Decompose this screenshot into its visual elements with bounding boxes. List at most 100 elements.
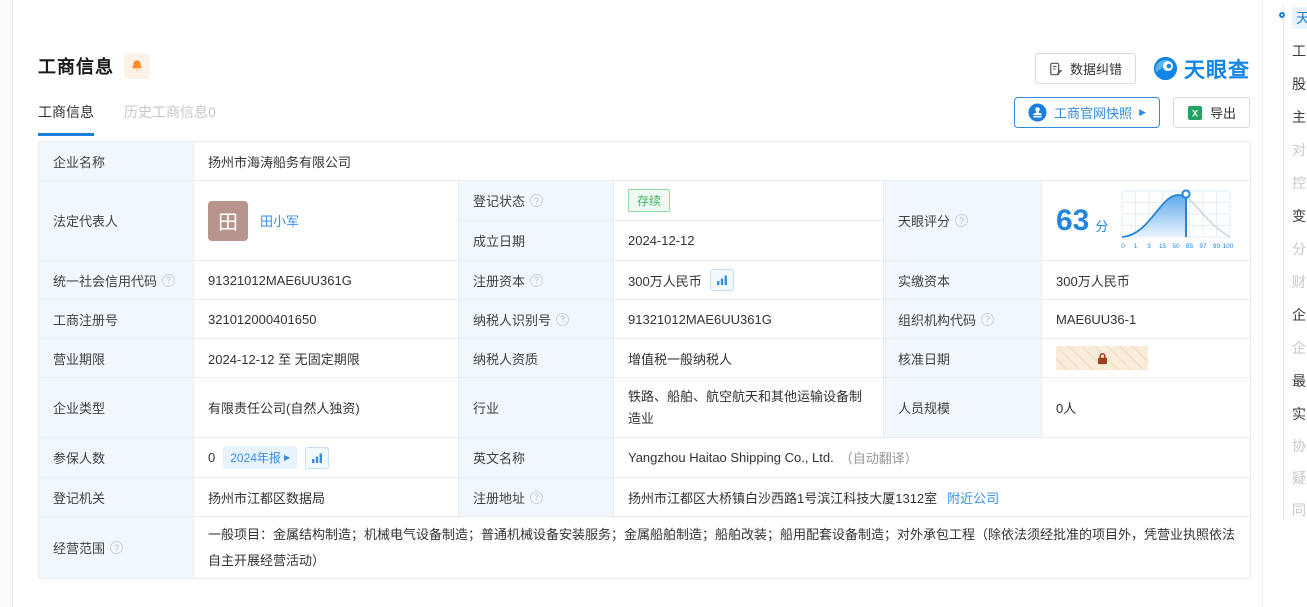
field-value-taxpayer-quality: 增值税一般纳税人 (614, 339, 884, 378)
nearby-companies-link[interactable]: 附近公司 (947, 488, 999, 507)
svg-text:3: 3 (1148, 243, 1152, 250)
score-unit: 分 (1095, 219, 1109, 234)
svg-text:99: 99 (1213, 243, 1221, 250)
excel-export-icon: X (1187, 105, 1202, 120)
tab-business-info[interactable]: 工商信息 (38, 102, 94, 136)
help-icon[interactable] (162, 273, 176, 287)
field-value-legal-rep: 田 田小军 (194, 181, 459, 261)
field-label-paid-capital: 实缴资本 (884, 261, 1042, 300)
chevron-right-icon: ▶ (1139, 107, 1146, 117)
svg-text:1: 1 (1134, 243, 1138, 250)
field-label-company-type: 企业类型 (39, 378, 194, 438)
tianyancha-logo[interactable]: 天眼查 (1152, 54, 1250, 84)
legal-rep-avatar[interactable]: 田 (208, 200, 248, 241)
active-dot-icon (1279, 12, 1285, 18)
status-badge: 存续 (628, 189, 671, 212)
auto-translate-note: （自动翻译） (839, 451, 918, 466)
page-left-gutter (0, 0, 13, 607)
svg-text:85: 85 (1186, 243, 1194, 250)
document-edit-icon (1050, 62, 1063, 75)
field-value-company-name: 扬州市海涛船务有限公司 (194, 142, 1251, 181)
field-label-business-scope: 经营范围 (39, 517, 194, 579)
sidebar-item-7[interactable]: 分 (1292, 239, 1307, 259)
field-value-org-code: MAE6UU36-1 (1042, 300, 1251, 339)
field-label-company-name: 企业名称 (39, 142, 194, 181)
help-icon[interactable] (955, 214, 969, 227)
sidebar-item-5[interactable]: 控 (1292, 173, 1307, 193)
locked-value-placeholder[interactable] (1056, 346, 1148, 370)
field-label-credit-code: 统一社会信用代码 (39, 261, 194, 300)
field-value-reg-capital: 300万人民币 (614, 261, 884, 300)
business-info-panel: 工商信息 数据纠错 天眼查 工商官网快照 ▶ X 导出 工商信息 历史工商信息0… (14, 0, 1262, 607)
page-title: 工商信息 (38, 57, 114, 77)
anchor-nav-sidebar: 天 工 股 主 对 控 变 分 财 企 企 最 实 协 疑 同 (1262, 0, 1307, 607)
sidebar-item-2[interactable]: 股 (1292, 74, 1307, 94)
help-icon[interactable] (110, 541, 124, 554)
field-label-reg-number: 工商注册号 (39, 300, 194, 339)
export-button[interactable]: X 导出 (1172, 97, 1250, 128)
score-distribution-chart: 0 1 3 15 50 85 97 99 100 (1122, 188, 1234, 250)
annual-report-tag[interactable]: 2024年报 ▶ (223, 446, 298, 469)
field-label-reg-authority: 登记机关 (39, 478, 194, 517)
field-value-insured-count: 0 2024年报 ▶ (194, 438, 459, 478)
field-label-taxpayer-quality: 纳税人资质 (459, 339, 614, 378)
field-label-legal-rep: 法定代表人 (39, 181, 194, 261)
field-label-industry: 行业 (459, 378, 614, 438)
bar-chart-icon (716, 275, 727, 285)
sidebar-item-15[interactable]: 同 (1292, 500, 1307, 520)
sidebar-item-6[interactable]: 变 (1292, 206, 1307, 226)
field-value-staff-size: 0人 (1042, 378, 1251, 438)
field-label-staff-size: 人员规模 (884, 378, 1042, 438)
field-value-approval-date (1042, 339, 1251, 378)
field-label-taxpayer-id: 纳税人识别号 (459, 300, 614, 339)
field-value-industry: 铁路、船舶、航空航天和其他运输设备制造业 (614, 378, 884, 438)
help-icon[interactable] (530, 273, 544, 287)
anchor-nav-line (1283, 4, 1284, 520)
field-label-insured-count: 参保人数 (39, 438, 194, 478)
field-value-est-date: 2024-12-12 (614, 221, 884, 261)
legal-rep-name-link[interactable]: 田小军 (260, 211, 299, 230)
sidebar-item-13[interactable]: 协 (1292, 436, 1307, 456)
field-value-reg-authority: 扬州市江都区数据局 (194, 478, 459, 517)
official-snapshot-button[interactable]: 工商官网快照 ▶ (1014, 97, 1160, 128)
notification-bell-button[interactable] (124, 53, 150, 79)
data-correction-label: 数据纠错 (1069, 62, 1122, 77)
svg-text:100: 100 (1223, 243, 1234, 250)
score-value: 63 (1056, 203, 1090, 237)
official-snapshot-label: 工商官网快照 (1054, 106, 1133, 121)
field-label-reg-address: 注册地址 (459, 478, 614, 517)
field-value-english-name: Yangzhou Haitao Shipping Co., Ltd. （自动翻译… (614, 438, 1251, 478)
field-value-reg-address: 扬州市江都区大桥镇白沙西路1号滨江科技大厦1312室 附近公司 (614, 478, 1251, 517)
field-label-est-date: 成立日期 (459, 221, 614, 261)
tab-history-business-info[interactable]: 历史工商信息0 (124, 102, 216, 136)
tianyancha-logo-text: 天眼查 (1184, 58, 1250, 82)
sidebar-item-9[interactable]: 企 (1292, 305, 1307, 325)
field-label-approval-date: 核准日期 (884, 339, 1042, 378)
sidebar-item-3[interactable]: 主 (1292, 107, 1307, 127)
sidebar-item-8[interactable]: 财 (1292, 272, 1307, 292)
field-label-business-term: 营业期限 (39, 339, 194, 378)
help-icon[interactable] (556, 312, 570, 326)
field-value-business-term: 2024-12-12 至 无固定期限 (194, 339, 459, 378)
sidebar-item-11[interactable]: 最 (1292, 371, 1307, 391)
help-icon[interactable] (981, 312, 995, 326)
sidebar-item-10[interactable]: 企 (1292, 338, 1307, 358)
help-icon[interactable] (530, 194, 544, 207)
sidebar-item-14[interactable]: 疑 (1292, 468, 1307, 488)
field-value-reg-status: 存续 (614, 181, 884, 221)
svg-text:97: 97 (1200, 243, 1208, 250)
capital-trend-chart-button[interactable] (709, 269, 734, 291)
sidebar-item-4[interactable]: 对 (1292, 140, 1307, 160)
help-icon[interactable] (530, 490, 544, 504)
tianyancha-logo-icon (1153, 56, 1178, 81)
sidebar-item-1[interactable]: 工 (1292, 41, 1307, 61)
field-value-credit-code: 91321012MAE6UU361G (194, 261, 459, 300)
lock-icon (1097, 352, 1107, 364)
insured-trend-chart-button[interactable] (305, 446, 330, 469)
sidebar-item-12[interactable]: 实 (1292, 404, 1307, 424)
field-value-tianyan-score[interactable]: 63 分 0 1 3 15 50 85 97 99 100 (1042, 181, 1251, 261)
chevron-right-icon: ▶ (283, 453, 291, 462)
field-value-business-scope: 一般项目：金属结构制造；机械电气设备制造；普通机械设备安装服务；金属船舶制造；船… (194, 517, 1251, 579)
sidebar-item-0[interactable]: 天 (1279, 7, 1307, 29)
data-correction-button[interactable]: 数据纠错 (1034, 53, 1136, 84)
